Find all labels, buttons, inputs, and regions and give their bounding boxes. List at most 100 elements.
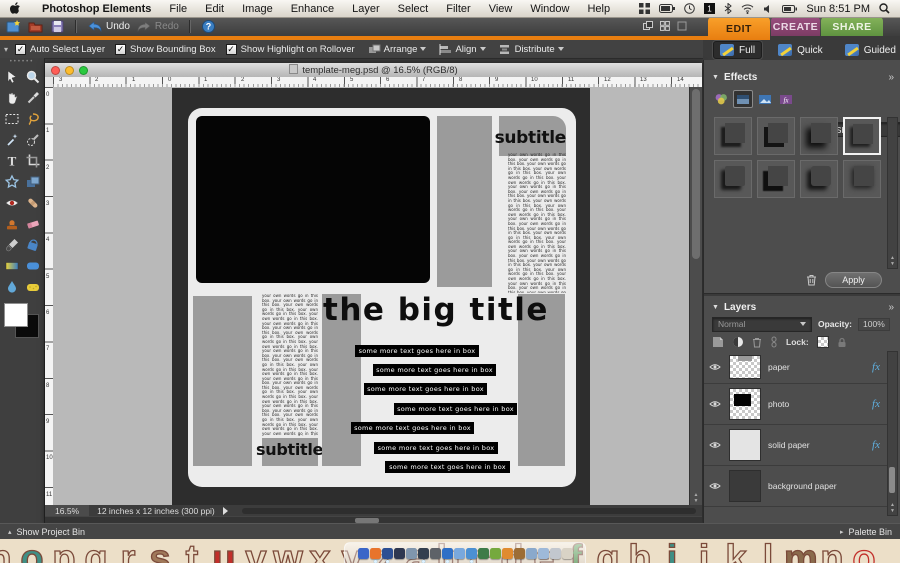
align-menu[interactable]: Align xyxy=(439,44,485,55)
lock-all-icon[interactable] xyxy=(837,337,847,348)
arrange-menu[interactable]: Arrange xyxy=(368,44,427,55)
menu-item[interactable]: Image xyxy=(233,3,282,15)
toolbox-grip[interactable]: •••••• xyxy=(10,58,35,66)
layers-panel-header[interactable]: ▼ Layers » xyxy=(712,300,894,314)
menu-item[interactable]: Select xyxy=(389,3,438,15)
clone-stamp-tool[interactable] xyxy=(1,213,22,234)
caption-bar[interactable]: some more text goes here in box xyxy=(351,422,474,434)
layer-styles-category-icon[interactable] xyxy=(733,90,753,108)
dock-app-icon[interactable] xyxy=(550,548,561,559)
layer-name[interactable]: photo xyxy=(768,399,789,409)
effects-scrollbar[interactable]: ▲▼ xyxy=(887,117,898,269)
spaces-icon[interactable] xyxy=(639,3,650,14)
new-file-button[interactable] xyxy=(5,19,21,34)
bluetooth-icon[interactable] xyxy=(724,3,732,14)
dock-app-icon[interactable] xyxy=(466,548,477,559)
magic-wand-tool[interactable] xyxy=(1,129,22,150)
dock-app-icon[interactable] xyxy=(418,548,429,559)
filters-category-icon[interactable] xyxy=(712,91,730,107)
text-effects-category-icon[interactable]: fx xyxy=(777,91,795,107)
tab-edit[interactable]: EDIT xyxy=(708,17,770,40)
scrapbook-page[interactable]: subtitle your own words go in this box. … xyxy=(188,108,576,487)
eyedropper-tool[interactable] xyxy=(22,87,43,108)
tile-windows-icon[interactable] xyxy=(660,21,670,31)
time-machine-icon[interactable] xyxy=(684,3,695,14)
move-tool[interactable] xyxy=(1,66,22,87)
menu-clock[interactable]: Sun 8:51 PM xyxy=(806,3,870,15)
effect-thumbnail[interactable] xyxy=(714,117,752,155)
new-layer-icon[interactable] xyxy=(712,336,724,348)
layer-fx-badge[interactable]: fx xyxy=(872,439,880,451)
canvas-area[interactable]: subtitle your own words go in this box. … xyxy=(53,87,690,505)
menu-item[interactable]: Window xyxy=(521,3,578,15)
input-menu-icon[interactable]: 1 xyxy=(704,3,715,14)
hand-tool[interactable] xyxy=(1,87,22,108)
help-button[interactable]: ? xyxy=(201,19,217,34)
delete-effect-icon[interactable] xyxy=(806,274,817,286)
red-eye-removal-tool[interactable] xyxy=(1,192,22,213)
cookie-cutter-tool[interactable] xyxy=(1,171,22,192)
shape-tool[interactable] xyxy=(22,255,43,276)
healing-brush-tool[interactable] xyxy=(22,192,43,213)
single-window-icon[interactable] xyxy=(677,21,687,31)
gradient-tool[interactable] xyxy=(1,255,22,276)
effect-thumbnail[interactable] xyxy=(714,160,752,198)
keyboard-battery-icon[interactable] xyxy=(659,4,675,13)
effect-thumbnail[interactable] xyxy=(757,160,795,198)
status-info-arrow-icon[interactable] xyxy=(223,507,228,515)
brush-tool[interactable] xyxy=(1,234,22,255)
dock-app-icon[interactable] xyxy=(430,548,441,559)
layers-scrollbar[interactable]: ▲▼ xyxy=(887,351,898,516)
lasso-tool[interactable] xyxy=(22,108,43,129)
scrollbar-arrows[interactable]: ▲▼ xyxy=(888,255,897,267)
layer-thumbnail[interactable] xyxy=(729,388,761,420)
lock-transparency-icon[interactable] xyxy=(817,336,829,348)
dock-app-icon[interactable] xyxy=(370,548,381,559)
effect-thumbnail-selected[interactable] xyxy=(843,117,881,155)
battery-icon[interactable] xyxy=(782,5,797,13)
zoom-tool[interactable] xyxy=(22,66,43,87)
shape-selection-tool[interactable] xyxy=(22,171,43,192)
mode-full[interactable]: Full xyxy=(713,41,762,59)
show-project-bin-button[interactable]: ▴ Show Project Bin xyxy=(8,527,85,537)
caption-bar[interactable]: some more text goes here in box xyxy=(373,364,496,376)
panel-menu-icon[interactable]: » xyxy=(888,302,894,313)
dock-app-icon[interactable] xyxy=(442,548,453,559)
dock-app-icon[interactable] xyxy=(454,548,465,559)
photo-effects-category-icon[interactable] xyxy=(756,91,774,107)
eraser-tool[interactable] xyxy=(22,213,43,234)
layer-name[interactable]: paper xyxy=(768,362,790,372)
effect-thumbnail[interactable] xyxy=(800,117,838,155)
menu-item[interactable]: Enhance xyxy=(282,3,343,15)
collapse-triangle-icon[interactable]: ▼ xyxy=(712,74,719,81)
collapse-triangle-icon[interactable]: ▼ xyxy=(712,304,719,311)
layer-name[interactable]: background paper xyxy=(768,481,837,491)
vertical-scrollbar-thumb[interactable] xyxy=(692,89,700,259)
caption-bar[interactable]: some more text goes here in box xyxy=(374,442,498,454)
panel-menu-icon[interactable]: » xyxy=(888,72,894,83)
apple-menu-icon[interactable] xyxy=(10,2,21,15)
layer-visibility-icon[interactable] xyxy=(708,363,722,371)
palette-bin-button[interactable]: ▸ Palette Bin xyxy=(840,527,892,537)
option-checkbox[interactable]: Auto Select Layer xyxy=(15,44,105,55)
caption-bar[interactable]: some more text goes here in box xyxy=(394,403,517,415)
effects-panel-header[interactable]: ▼ Effects » xyxy=(712,70,894,84)
layer-visibility-icon[interactable] xyxy=(708,441,722,449)
apply-button[interactable]: Apply xyxy=(825,272,882,288)
effect-thumbnail[interactable] xyxy=(757,117,795,155)
menu-item[interactable]: Layer xyxy=(343,3,389,15)
blur-tool[interactable] xyxy=(1,276,22,297)
menu-item[interactable]: Help xyxy=(578,3,619,15)
dock-app-icon[interactable] xyxy=(394,548,405,559)
dock-app-icon[interactable] xyxy=(502,548,513,559)
option-checkbox[interactable]: Show Bounding Box xyxy=(115,44,216,55)
open-file-button[interactable] xyxy=(27,19,43,34)
dock-app-icon[interactable] xyxy=(514,548,525,559)
effect-thumbnail[interactable] xyxy=(800,160,838,198)
mode-quick[interactable]: Quick xyxy=(772,42,829,58)
spotlight-icon[interactable] xyxy=(879,3,890,14)
dock-app-icon[interactable] xyxy=(526,548,537,559)
adjustment-layer-icon[interactable] xyxy=(732,336,744,348)
dock[interactable] xyxy=(344,542,586,563)
caption-bar[interactable]: some more text goes here in box xyxy=(364,383,487,395)
